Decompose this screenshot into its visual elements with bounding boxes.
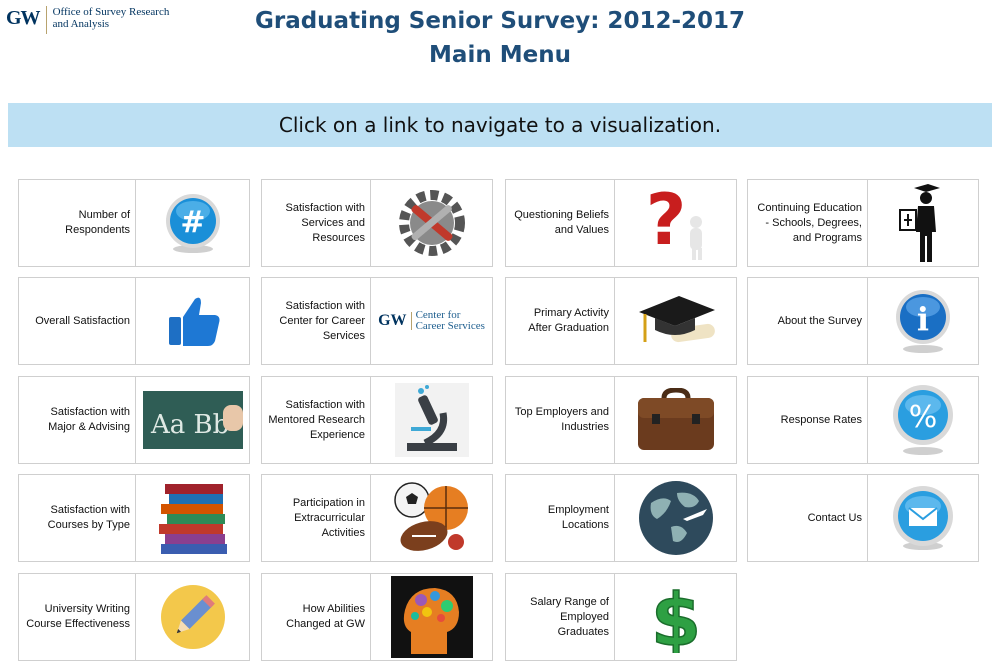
tile-label: Satisfaction with Major & Advising: [19, 377, 136, 463]
tile-primary-activity[interactable]: Primary Activity After Graduation: [505, 277, 737, 365]
microscope-icon: [394, 383, 469, 457]
tile-courses-by-type[interactable]: Satisfaction with Courses by Type: [18, 474, 250, 562]
tile-label: Top Employers and Industries: [506, 377, 615, 463]
tile-label: Questioning Beliefs and Values: [506, 180, 615, 266]
ccs-logo-mark: GW: [378, 312, 412, 330]
tile-label: Satisfaction with Mentored Research Expe…: [262, 377, 371, 463]
tile-label: Employment Locations: [506, 475, 615, 561]
tile-label: Satisfaction with Center for Career Serv…: [262, 278, 371, 364]
tile-label: University Writing Course Effectiveness: [19, 574, 136, 660]
tile-label: Satisfaction with Services and Resources: [262, 180, 371, 266]
tile-label: Participation in Extracurricular Activit…: [262, 475, 371, 561]
tile-about-survey[interactable]: About the Survey i: [747, 277, 979, 365]
svg-text:i: i: [917, 300, 929, 338]
envelope-icon: [893, 486, 953, 550]
tile-career-services[interactable]: Satisfaction with Center for Career Serv…: [261, 277, 493, 365]
tile-label: Satisfaction with Courses by Type: [19, 475, 136, 561]
tile-label: Number of Respondents: [19, 180, 136, 266]
tools-gear-icon: [398, 190, 465, 256]
page-subtitle: Main Menu: [429, 42, 571, 68]
tile-extracurricular[interactable]: Participation in Extracurricular Activit…: [261, 474, 493, 562]
tile-services-resources[interactable]: Satisfaction with Services and Resources: [261, 179, 493, 267]
tile-major-advising[interactable]: Satisfaction with Major & Advising Aa Bb: [18, 376, 250, 464]
svg-text:Aa Bb: Aa Bb: [150, 410, 229, 440]
chalkboard-icon: Aa Bb: [142, 391, 243, 449]
tile-number-of-respondents[interactable]: Number of Respondents #: [18, 179, 250, 267]
page-title: Graduating Senior Survey: 2012-2017: [254, 8, 746, 34]
globe-airplane-icon: [638, 481, 713, 555]
tile-salary-range[interactable]: Salary Range of Employed Graduates $: [505, 573, 737, 661]
tile-label: Salary Range of Employed Graduates: [506, 574, 615, 660]
sports-balls-icon: [393, 482, 468, 551]
svg-text:#: #: [180, 205, 205, 240]
tile-label: About the Survey: [748, 278, 868, 364]
svg-text:$: $: [650, 581, 700, 653]
tile-overall-satisfaction[interactable]: Overall Satisfaction: [18, 277, 250, 365]
briefcase-icon: [637, 388, 714, 450]
question-mark-icon: ?: [645, 182, 702, 261]
svg-text:?: ?: [645, 182, 686, 261]
tile-label: Continuing Education - Schools, Degrees,…: [748, 180, 868, 266]
tile-top-employers[interactable]: Top Employers and Industries: [505, 376, 737, 464]
tile-label: How Abilities Changed at GW: [262, 574, 371, 660]
brain-icon: [390, 576, 473, 658]
tile-contact-us[interactable]: Contact Us: [747, 474, 979, 562]
tile-writing-course[interactable]: University Writing Course Effectiveness: [18, 573, 250, 661]
tile-label: Overall Satisfaction: [19, 278, 136, 364]
graduation-cap-icon: [638, 296, 715, 343]
hash-icon: #: [165, 194, 220, 253]
ccs-logo-line2: Career Services: [415, 320, 485, 332]
svg-text:%: %: [909, 400, 938, 435]
career-services-logo: GW Center for Career Services: [378, 310, 485, 332]
tile-label: Contact Us: [748, 475, 868, 561]
books-icon: [158, 484, 227, 554]
tile-response-rates[interactable]: Response Rates %: [747, 376, 979, 464]
tile-abilities-changed[interactable]: How Abilities Changed at GW: [261, 573, 493, 661]
tile-mentored-research[interactable]: Satisfaction with Mentored Research Expe…: [261, 376, 493, 464]
thumbs-up-icon: [168, 297, 219, 346]
info-icon: i: [896, 290, 950, 353]
tile-employment-locations[interactable]: Employment Locations: [505, 474, 737, 562]
tile-questioning-beliefs[interactable]: Questioning Beliefs and Values ?: [505, 179, 737, 267]
percent-icon: %: [893, 385, 953, 455]
tile-continuing-education[interactable]: Continuing Education - Schools, Degrees,…: [747, 179, 979, 267]
pencil-icon: [160, 585, 225, 649]
tile-label: Response Rates: [748, 377, 868, 463]
tile-label: Primary Activity After Graduation: [506, 278, 615, 364]
dollar-sign-icon: $: [650, 581, 702, 653]
graduate-figure-icon: [899, 184, 940, 262]
instruction-banner: Click on a link to navigate to a visuali…: [8, 103, 992, 147]
